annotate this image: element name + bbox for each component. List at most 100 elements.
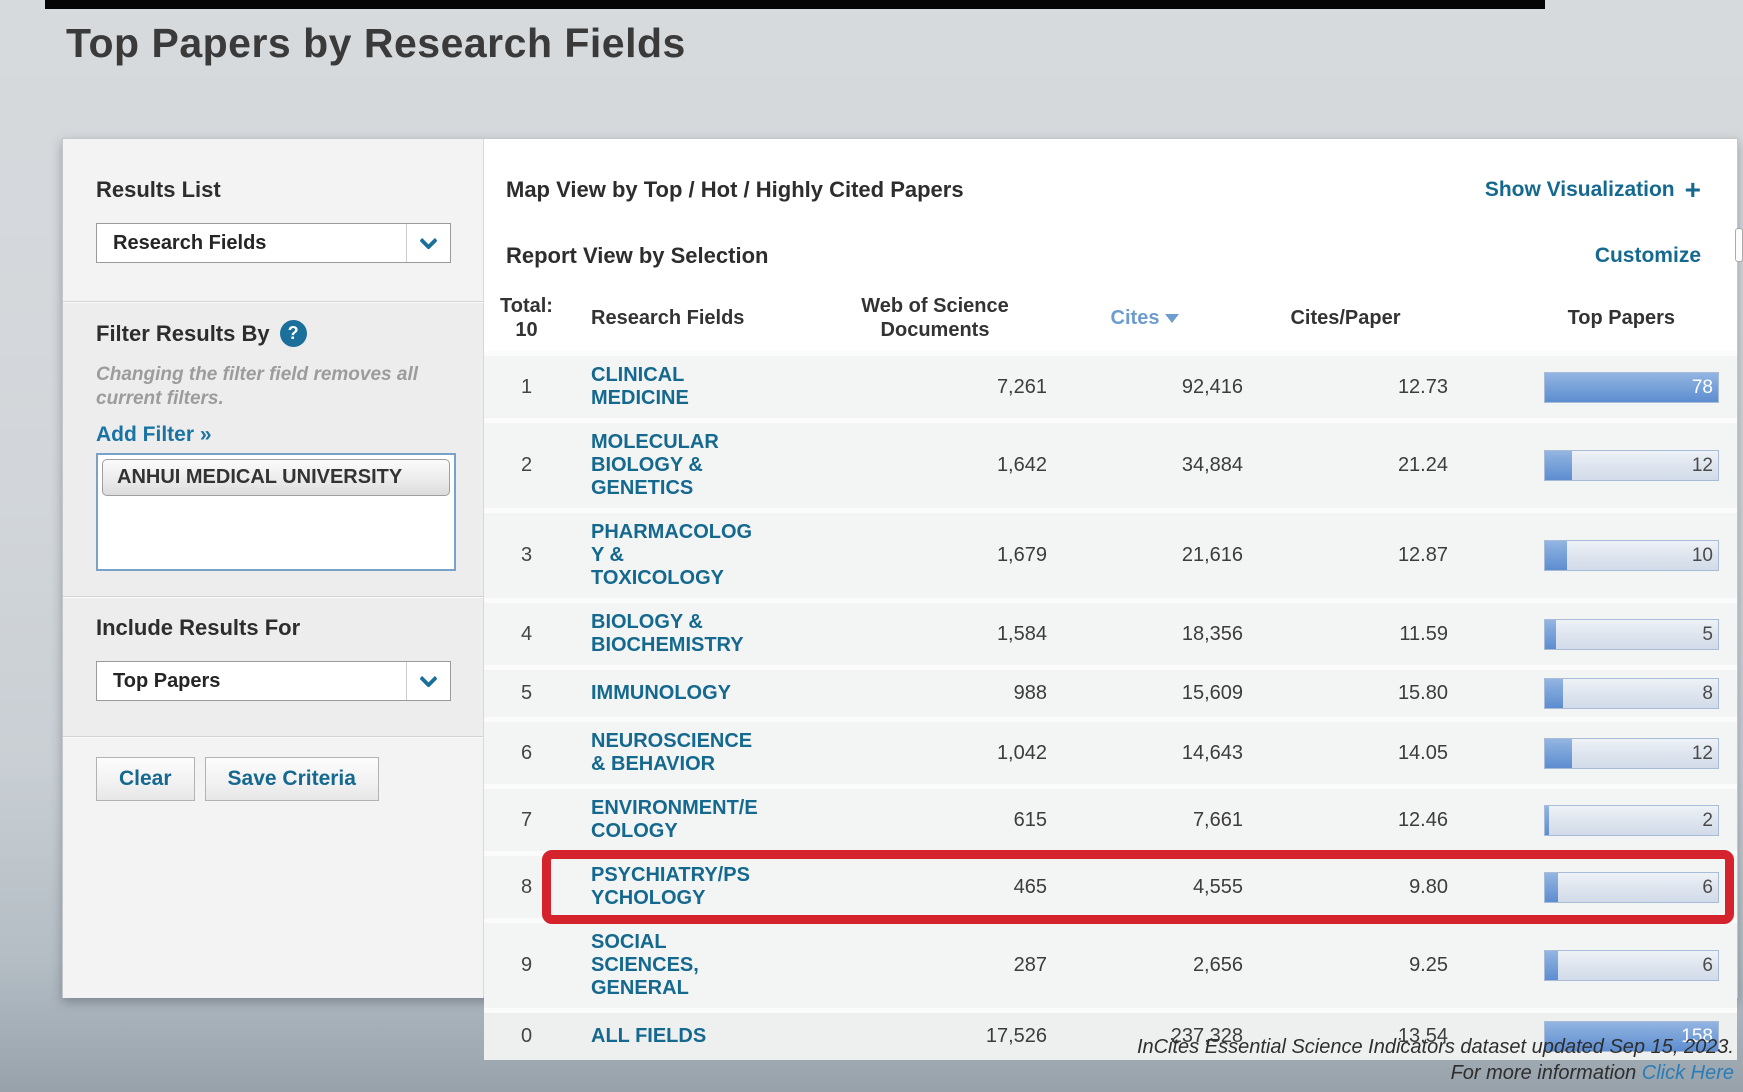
cites-value: 21,616 [1047, 544, 1243, 567]
top-papers-cell: 5 [1448, 619, 1737, 650]
show-visualization-label: Show Visualization [1485, 178, 1675, 202]
table-header: Total: 10 Research Fields Web of Science… [484, 285, 1737, 351]
sort-descending-icon [1165, 314, 1179, 323]
include-results-section: Include Results For Top Papers [63, 596, 483, 736]
top-papers-bar: 6 [1544, 950, 1719, 981]
cites-per-paper-value: 14.05 [1243, 742, 1448, 765]
column-header-cites-per-paper[interactable]: Cites/Paper [1243, 306, 1448, 330]
click-here-link[interactable]: Click Here [1642, 1062, 1734, 1084]
cites-per-paper-value: 12.73 [1243, 376, 1448, 399]
top-papers-bar: 2 [1544, 805, 1719, 836]
wos-documents-value: 988 [763, 682, 1047, 705]
row-rank: 8 [484, 876, 569, 899]
plus-icon: + [1685, 180, 1701, 200]
total-count-header: Total: 10 [484, 294, 569, 342]
top-papers-cell: 78 [1448, 372, 1737, 403]
footer-dataset-note: InCites Essential Science Indicators dat… [1137, 1034, 1734, 1060]
research-field-link[interactable]: PHARMACOLOG Y & TOXICOLOGY [591, 521, 763, 590]
research-field-link[interactable]: CLINICAL MEDICINE [591, 364, 763, 410]
map-view-title: Map View by Top / Hot / Highly Cited Pap… [506, 177, 964, 203]
filter-selected-item[interactable]: ANHUI MEDICAL UNIVERSITY [102, 459, 450, 496]
top-papers-value: 2 [1702, 806, 1713, 835]
top-papers-value: 78 [1692, 373, 1713, 402]
footer: InCites Essential Science Indicators dat… [1137, 1034, 1734, 1086]
table-row: 5IMMUNOLOGY98815,60915.808 [484, 665, 1737, 717]
top-papers-cell: 2 [1448, 805, 1737, 836]
sidebar: Results List Research Fields Filter Resu… [63, 139, 484, 997]
table-row: 8PSYCHIATRY/PS YCHOLOGY4654,5559.806 [484, 851, 1737, 918]
research-field-link[interactable]: IMMUNOLOGY [591, 682, 763, 705]
filter-listbox: ANHUI MEDICAL UNIVERSITY [96, 453, 456, 571]
cites-value: 92,416 [1047, 376, 1243, 399]
wos-documents-value: 17,526 [763, 1025, 1047, 1048]
include-results-selected-value: Top Papers [97, 670, 220, 693]
top-papers-value: 6 [1702, 951, 1713, 980]
research-field-link[interactable]: NEUROSCIENCE & BEHAVIOR [591, 730, 763, 776]
top-papers-bar: 10 [1544, 540, 1719, 571]
scrollbar-thumb[interactable] [1735, 228, 1743, 262]
results-list-select[interactable]: Research Fields [96, 223, 451, 263]
research-field-link[interactable]: BIOLOGY & BIOCHEMISTRY [591, 611, 763, 657]
cites-per-paper-value: 15.80 [1243, 682, 1448, 705]
wos-documents-value: 7,261 [763, 376, 1047, 399]
chevron-down-icon [406, 224, 450, 262]
filter-note: Changing the filter field removes all cu… [96, 363, 441, 411]
row-rank: 0 [484, 1025, 569, 1048]
actions-section: Clear Save Criteria [63, 736, 483, 998]
research-field-link[interactable]: MOLECULAR BIOLOGY & GENETICS [591, 431, 763, 500]
table-row: 9SOCIAL SCIENCES, GENERAL2872,6569.256 [484, 918, 1737, 1008]
top-papers-value: 5 [1702, 620, 1713, 649]
table-row: 4BIOLOGY & BIOCHEMISTRY1,58418,35611.595 [484, 598, 1737, 665]
question-mark-icon[interactable]: ? [280, 320, 307, 347]
filter-heading: Filter Results By [96, 321, 270, 347]
table-row: 7ENVIRONMENT/E COLOGY6157,66112.462 [484, 784, 1737, 851]
top-papers-value: 6 [1702, 873, 1713, 902]
cites-per-paper-value: 12.87 [1243, 544, 1448, 567]
top-papers-value: 12 [1692, 451, 1713, 480]
cites-value: 4,555 [1047, 876, 1243, 899]
wos-documents-value: 287 [763, 954, 1047, 977]
column-header-wos-documents[interactable]: Web of Science Documents [763, 294, 1047, 342]
row-rank: 4 [484, 623, 569, 646]
research-field-link[interactable]: SOCIAL SCIENCES, GENERAL [591, 931, 763, 1000]
wos-documents-value: 1,642 [763, 454, 1047, 477]
results-list-section: Results List Research Fields [63, 139, 483, 301]
top-papers-bar: 8 [1544, 678, 1719, 709]
cites-value: 14,643 [1047, 742, 1243, 765]
column-header-cites-sorted[interactable]: Cites [1047, 306, 1243, 330]
row-rank: 1 [484, 376, 569, 399]
include-results-heading: Include Results For [96, 615, 483, 641]
wos-documents-value: 1,042 [763, 742, 1047, 765]
top-papers-bar: 12 [1544, 450, 1719, 481]
top-papers-bar: 5 [1544, 619, 1719, 650]
include-results-select[interactable]: Top Papers [96, 661, 451, 701]
top-papers-value: 10 [1692, 541, 1713, 570]
add-filter-link[interactable]: Add Filter » [96, 423, 212, 447]
column-header-top-papers[interactable]: Top Papers [1448, 306, 1737, 330]
column-header-research-fields[interactable]: Research Fields [591, 306, 763, 330]
save-criteria-button[interactable]: Save Criteria [205, 757, 379, 801]
cites-per-paper-value: 11.59 [1243, 623, 1448, 646]
table-row: 3PHARMACOLOG Y & TOXICOLOGY1,67921,61612… [484, 508, 1737, 598]
row-rank: 2 [484, 454, 569, 477]
research-field-link[interactable]: ALL FIELDS [591, 1025, 763, 1048]
table-row: 6 NEUROSCIENCE & BEHAVIOR1,04214,64314.05… [484, 717, 1737, 784]
cites-value: 2,656 [1047, 954, 1243, 977]
research-field-link[interactable]: ENVIRONMENT/E COLOGY [591, 797, 763, 843]
customize-link[interactable]: Customize [1595, 244, 1701, 268]
top-papers-bar: 12 [1544, 738, 1719, 769]
row-rank: 9 [484, 954, 569, 977]
row-rank: 7 [484, 809, 569, 832]
row-rank: 6 [484, 742, 569, 765]
cites-value: 15,609 [1047, 682, 1243, 705]
wos-documents-value: 1,679 [763, 544, 1047, 567]
wos-documents-value: 615 [763, 809, 1047, 832]
research-field-link[interactable]: PSYCHIATRY/PS YCHOLOGY [591, 864, 763, 910]
wos-documents-value: 465 [763, 876, 1047, 899]
top-black-strip [45, 0, 1545, 9]
clear-button[interactable]: Clear [96, 757, 195, 801]
results-list-heading: Results List [96, 177, 483, 203]
chevron-down-icon [406, 662, 450, 700]
show-visualization-link[interactable]: Show Visualization + [1485, 178, 1701, 202]
top-papers-bar: 6 [1544, 872, 1719, 903]
